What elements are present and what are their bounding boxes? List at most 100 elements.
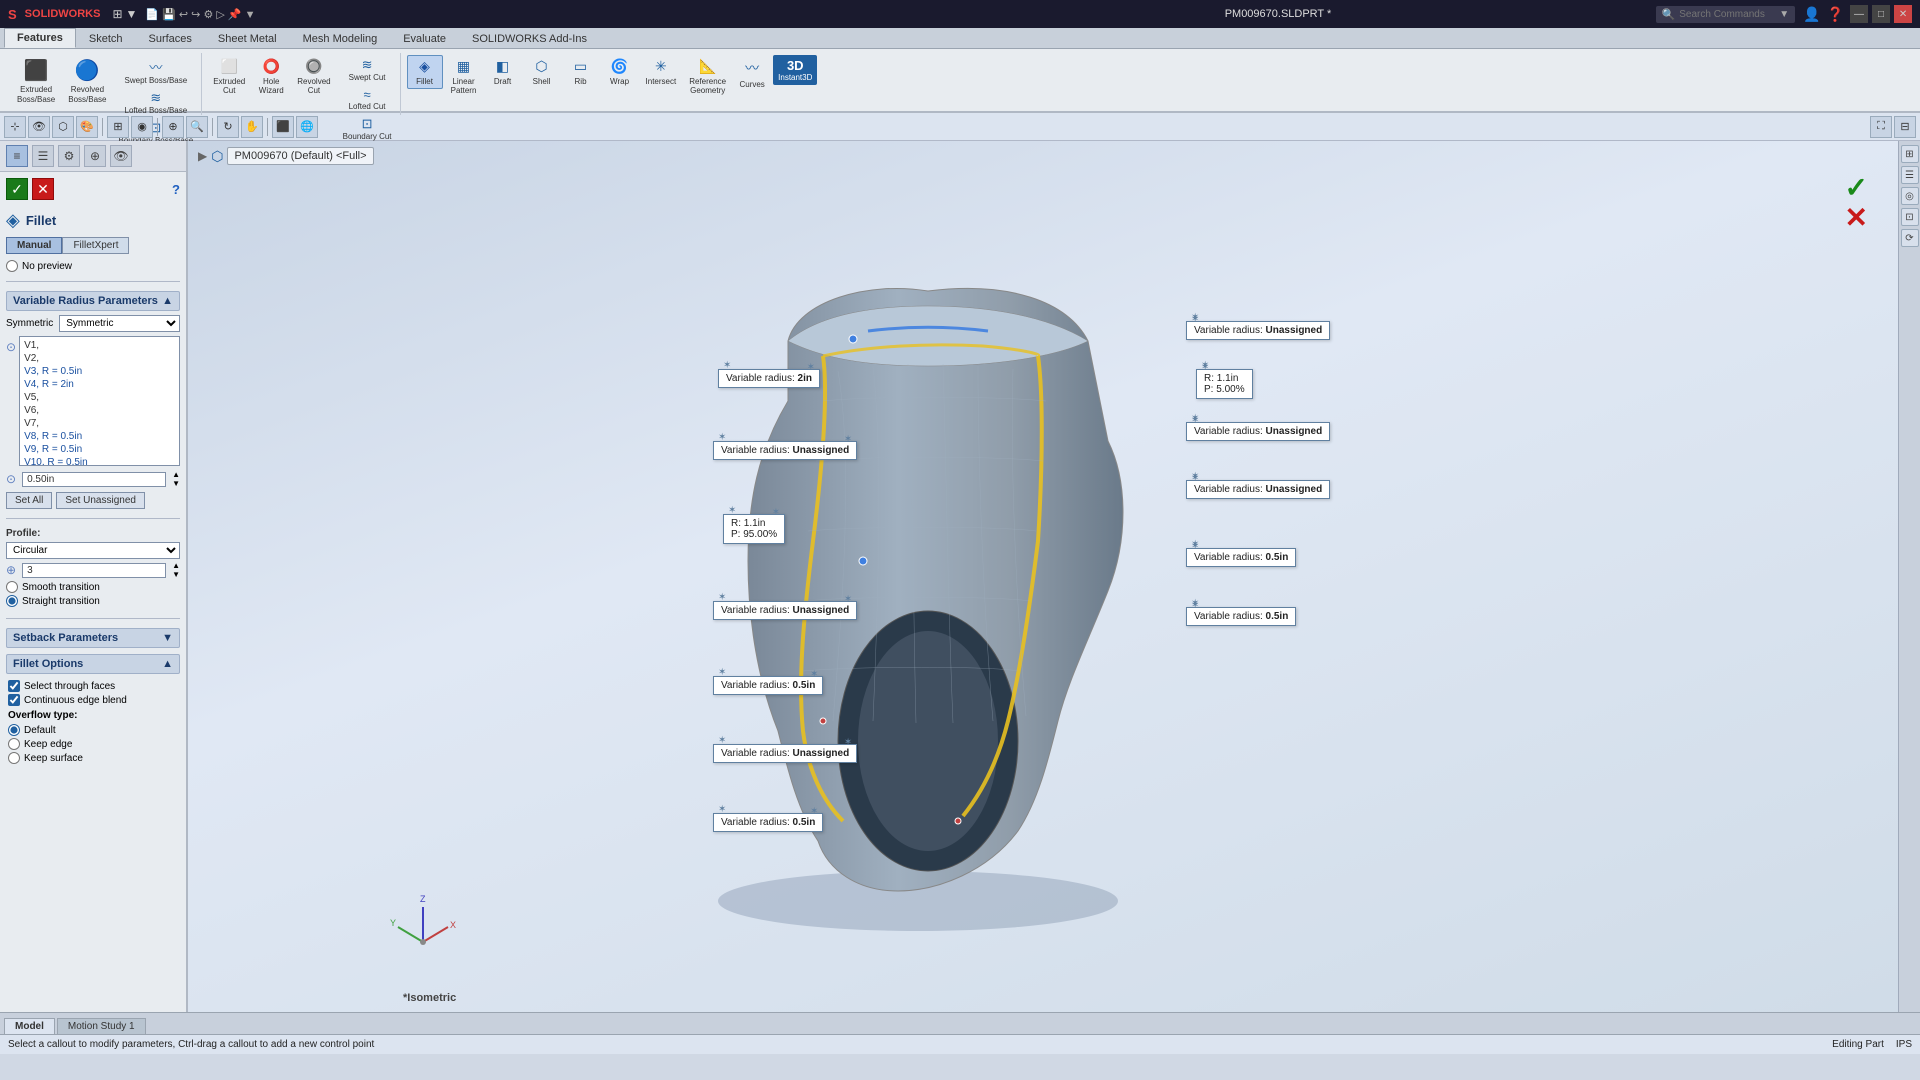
- revolved-boss-base-button[interactable]: 🔵 RevolvedBoss/Base: [63, 55, 111, 107]
- orient-button[interactable]: ⊹: [4, 116, 26, 138]
- callout-variable-radius-0-5in-2[interactable]: Variable radius: 0.5in ✶: [713, 813, 823, 832]
- reference-geometry-button[interactable]: 📐 ReferenceGeometry: [684, 55, 731, 98]
- wrap-button[interactable]: 🌀 Wrap: [602, 55, 638, 89]
- callout-variable-radius-0-5in-r2[interactable]: Variable radius: 0.5in ✶: [1186, 607, 1296, 626]
- callout-variable-radius-unassigned-3[interactable]: Variable radius: Unassigned ✶: [713, 744, 857, 763]
- vertex-list[interactable]: V1, V2, V3, R = 0.5in V4, R = 2in V5, V6…: [19, 336, 180, 466]
- callout-handle-2[interactable]: ✶: [844, 434, 852, 445]
- callout-handle-6[interactable]: ✶: [844, 737, 852, 748]
- split-view-button[interactable]: ⊟: [1894, 116, 1916, 138]
- appearance-button[interactable]: ⬛: [272, 116, 294, 138]
- setback-header[interactable]: Setback Parameters ▼: [6, 628, 180, 648]
- motion-study-tab[interactable]: Motion Study 1: [57, 1018, 146, 1034]
- ok-button[interactable]: ✓: [6, 178, 28, 200]
- overflow-keep-surface-radio[interactable]: [8, 752, 20, 764]
- right-icon-1[interactable]: ⊞: [1901, 145, 1919, 163]
- right-icon-4[interactable]: ⊡: [1901, 208, 1919, 226]
- config-manager-icon[interactable]: ⚙: [58, 145, 80, 167]
- hide-show-button[interactable]: ⬡: [52, 116, 74, 138]
- callout-handle-r4[interactable]: ✶: [1191, 473, 1199, 484]
- profile-type-select[interactable]: Circular Conic: [6, 542, 180, 559]
- minimize-button[interactable]: —: [1850, 5, 1868, 23]
- callout-variable-radius-2in[interactable]: Variable radius: 2in ✶: [718, 369, 820, 388]
- pan-button[interactable]: ✋: [241, 116, 263, 138]
- tab-features[interactable]: Features: [4, 28, 76, 48]
- view-focus-button[interactable]: ◉: [131, 116, 153, 138]
- callout-r-1-1in-5[interactable]: R: 1.1in P: 5.00% ✶: [1196, 369, 1253, 399]
- fillet-options-header[interactable]: Fillet Options ▲: [6, 654, 180, 674]
- callout-variable-radius-0-5in-1[interactable]: Variable radius: 0.5in ✶: [713, 676, 823, 695]
- rib-button[interactable]: ▭ Rib: [563, 55, 599, 89]
- select-through-faces-checkbox[interactable]: [8, 680, 20, 692]
- display-manager-icon[interactable]: 👁: [110, 145, 132, 167]
- swept-boss-base-button[interactable]: 〰 Swept Boss/Base: [115, 55, 198, 87]
- viewport-ok-button[interactable]: ✓: [1845, 171, 1868, 204]
- rotate-button[interactable]: ↻: [217, 116, 239, 138]
- linear-pattern-button[interactable]: ▦ LinearPattern: [446, 55, 482, 98]
- dim-expert-icon[interactable]: ⊕: [84, 145, 106, 167]
- overflow-keep-edge-radio[interactable]: [8, 738, 20, 750]
- callout-handle-5[interactable]: ✶: [810, 669, 818, 680]
- help-button[interactable]: ?: [172, 182, 180, 197]
- callout-handle-r6[interactable]: ✶: [1191, 600, 1199, 611]
- zoom-to-fit-button[interactable]: ⊕: [162, 116, 184, 138]
- property-manager-icon[interactable]: ☰: [32, 145, 54, 167]
- user-icon[interactable]: 👤: [1803, 6, 1820, 23]
- lofted-boss-base-button[interactable]: ≋ Lofted Boss/Base: [115, 88, 198, 117]
- callout-r-1-1in-95[interactable]: R: 1.1in P: 95.00% ✶: [723, 514, 785, 544]
- set-unassigned-button[interactable]: Set Unassigned: [56, 492, 145, 509]
- lofted-cut-button[interactable]: ≈ Lofted Cut: [339, 85, 396, 113]
- set-all-button[interactable]: Set All: [6, 492, 52, 509]
- callout-handle-7[interactable]: ✶: [810, 806, 818, 817]
- section-view-button[interactable]: ⊞: [107, 116, 129, 138]
- help-icon[interactable]: ❓: [1827, 6, 1844, 23]
- close-button[interactable]: ✕: [1894, 5, 1912, 23]
- callout-handle-r3[interactable]: ✶: [1191, 415, 1199, 426]
- feature-manager-icon[interactable]: ≡: [6, 145, 28, 167]
- callout-variable-radius-unassigned-1[interactable]: Variable radius: Unassigned ✶: [713, 441, 857, 460]
- zoom-in-button[interactable]: 🔍: [186, 116, 208, 138]
- tab-sketch[interactable]: Sketch: [76, 29, 136, 48]
- no-preview-radio[interactable]: [6, 260, 18, 272]
- extruded-boss-base-button[interactable]: ⬛ ExtrudedBoss/Base: [12, 55, 60, 107]
- scene-button[interactable]: 🌐: [296, 116, 318, 138]
- right-icon-3[interactable]: ◎: [1901, 187, 1919, 205]
- instant3d-button[interactable]: 3D Instant3D: [773, 55, 817, 85]
- smooth-transition-radio[interactable]: [6, 581, 18, 593]
- search-input[interactable]: [1679, 9, 1779, 20]
- tab-addins[interactable]: SOLIDWORKS Add-Ins: [459, 29, 600, 48]
- callout-variable-radius-0-5in-r1[interactable]: Variable radius: 0.5in ✶: [1186, 548, 1296, 567]
- right-icon-5[interactable]: ⟳: [1901, 229, 1919, 247]
- intersect-button[interactable]: ✳ Intersect: [641, 55, 682, 89]
- callout-handle-3[interactable]: ✶: [772, 507, 780, 518]
- maximize-button[interactable]: □: [1872, 5, 1890, 23]
- fullscreen-button[interactable]: ⛶: [1870, 116, 1892, 138]
- tab-sheet-metal[interactable]: Sheet Metal: [205, 29, 290, 48]
- shell-button[interactable]: ⬡ Shell: [524, 55, 560, 89]
- model-tab[interactable]: Model: [4, 1018, 55, 1034]
- callout-handle-1[interactable]: ✶: [807, 362, 815, 373]
- symmetric-select[interactable]: Symmetric Asymmetric: [59, 315, 180, 332]
- continuous-edge-blend-checkbox[interactable]: [8, 694, 20, 706]
- overflow-default-radio[interactable]: [8, 724, 20, 736]
- viewport[interactable]: ▶ ⬡ PM009670 (Default) <Full> ✓ ✕: [188, 141, 1898, 1012]
- hole-wizard-button[interactable]: ⭕ HoleWizard: [253, 55, 289, 98]
- tab-mesh-modeling[interactable]: Mesh Modeling: [290, 29, 391, 48]
- cancel-button[interactable]: ✕: [32, 178, 54, 200]
- search-dropdown-icon[interactable]: ▼: [1779, 9, 1789, 20]
- straight-transition-radio[interactable]: [6, 595, 18, 607]
- edit-appearance-button[interactable]: 🎨: [76, 116, 98, 138]
- radius-input[interactable]: [22, 472, 166, 487]
- filletxpert-tab[interactable]: FilletXpert: [62, 237, 129, 254]
- profile-value-input[interactable]: [22, 563, 166, 578]
- viewport-cancel-button[interactable]: ✕: [1845, 201, 1868, 234]
- tab-surfaces[interactable]: Surfaces: [136, 29, 205, 48]
- callout-handle-r5[interactable]: ✶: [1191, 541, 1199, 552]
- revolved-cut-button[interactable]: 🔘 RevolvedCut: [292, 55, 335, 98]
- profile-spinner[interactable]: ▲▼: [172, 561, 180, 579]
- draft-button[interactable]: ◧ Draft: [485, 55, 521, 89]
- curves-button[interactable]: 〰 Curves: [734, 55, 770, 92]
- callout-handle-4[interactable]: ✶: [844, 594, 852, 605]
- fillet-button[interactable]: ◈ Fillet: [407, 55, 443, 89]
- callout-variable-radius-unassigned-r2[interactable]: Variable radius: Unassigned ✶: [1186, 422, 1330, 441]
